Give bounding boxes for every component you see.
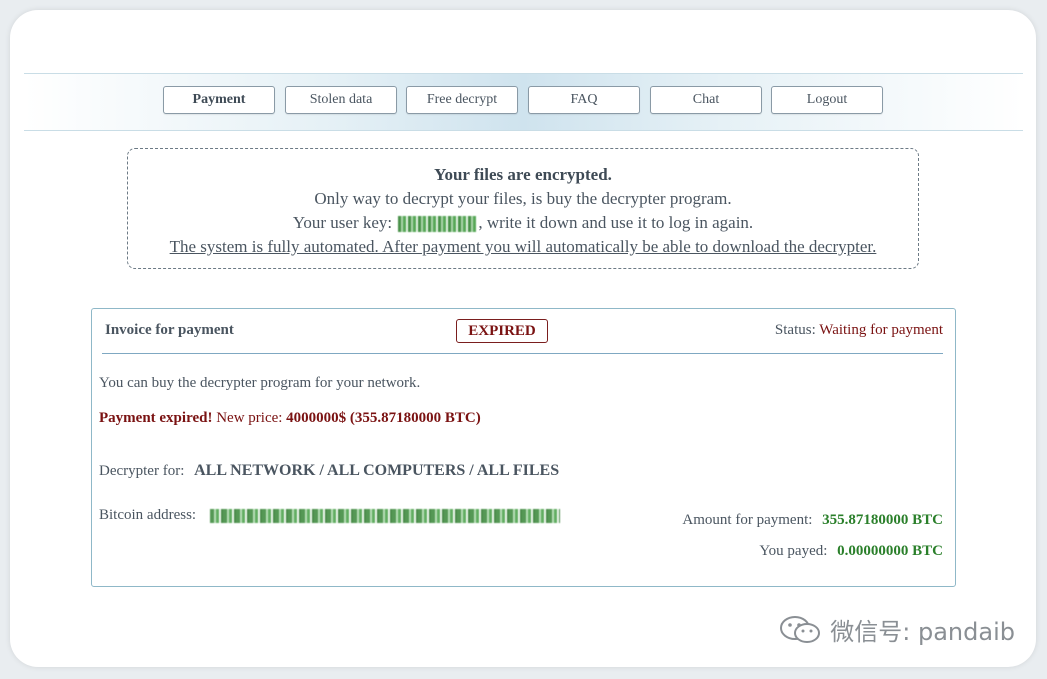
decrypter-for-value: ALL NETWORK / ALL COMPUTERS / ALL FILES	[194, 462, 560, 479]
automation-link[interactable]: The system is fully automated. After pay…	[128, 235, 918, 259]
invoice-header: Invoice for payment EXPIRED Status: Wait…	[92, 309, 955, 354]
new-price-label: New price:	[216, 410, 283, 426]
status-value: Waiting for payment	[819, 322, 943, 338]
status-label: Status:	[774, 322, 816, 338]
decrypter-for-label: Decrypter for:	[99, 463, 185, 479]
bitcoin-address-redacted[interactable]	[209, 508, 560, 523]
amount-label: Amount for payment:	[682, 512, 813, 528]
new-price-line: Payment expired! New price: 4000000$ (35…	[99, 410, 481, 427]
nav-button-free-decrypt[interactable]: Free decrypt	[406, 86, 518, 114]
user-key-redacted	[398, 216, 477, 233]
amount-value: 355.87180000 BTC	[822, 512, 943, 528]
watermark: 微信号: pandaib	[778, 612, 1015, 647]
bitcoin-address-label: Bitcoin address:	[99, 507, 197, 523]
invoice-intro: You can buy the decrypter program for yo…	[99, 375, 421, 391]
new-price-value: 4000000$	[286, 410, 347, 426]
payment-status: Status: Waiting for payment	[775, 322, 943, 339]
new-price-btc: (355.87180000 BTC)	[349, 410, 481, 426]
wechat-icon	[780, 615, 821, 643]
user-key-label: Your user key:	[292, 213, 393, 232]
nav-button-logout[interactable]: Logout	[771, 86, 883, 114]
payed-value: 0.00000000 BTC	[837, 543, 943, 559]
notice-user-key-line: Your user key: , write it down and use i…	[128, 211, 918, 235]
nav-button-payment[interactable]: Payment	[163, 86, 275, 114]
invoice-title: Invoice for payment	[105, 322, 234, 338]
amount-line: Amount for payment: 355.87180000 BTC	[682, 512, 943, 529]
payed-line: You payed: 0.00000000 BTC	[759, 543, 943, 560]
expired-badge: EXPIRED	[456, 319, 548, 343]
payment-expired-label: Payment expired!	[99, 410, 213, 426]
encryption-notice: Your files are encrypted. Only way to de…	[127, 148, 919, 269]
invoice-header-divider	[102, 353, 943, 354]
user-key-instruction: , write it down and use it to log in aga…	[478, 213, 754, 232]
decrypter-for-line: Decrypter for: ALL NETWORK / ALL COMPUTE…	[99, 462, 559, 480]
notice-line-decrypt: Only way to decrypt your files, is buy t…	[314, 189, 732, 208]
payed-label: You payed:	[759, 543, 828, 559]
notice-title: Your files are encrypted.	[434, 165, 612, 184]
watermark-text: 微信号: pandaib	[830, 618, 1015, 646]
invoice-panel: Invoice for payment EXPIRED Status: Wait…	[91, 308, 956, 587]
bitcoin-address-line: Bitcoin address:	[99, 507, 560, 524]
nav-button-chat[interactable]: Chat	[650, 86, 762, 114]
nav-button-stolen-data[interactable]: Stolen data	[285, 86, 397, 114]
nav-button-faq[interactable]: FAQ	[528, 86, 640, 114]
